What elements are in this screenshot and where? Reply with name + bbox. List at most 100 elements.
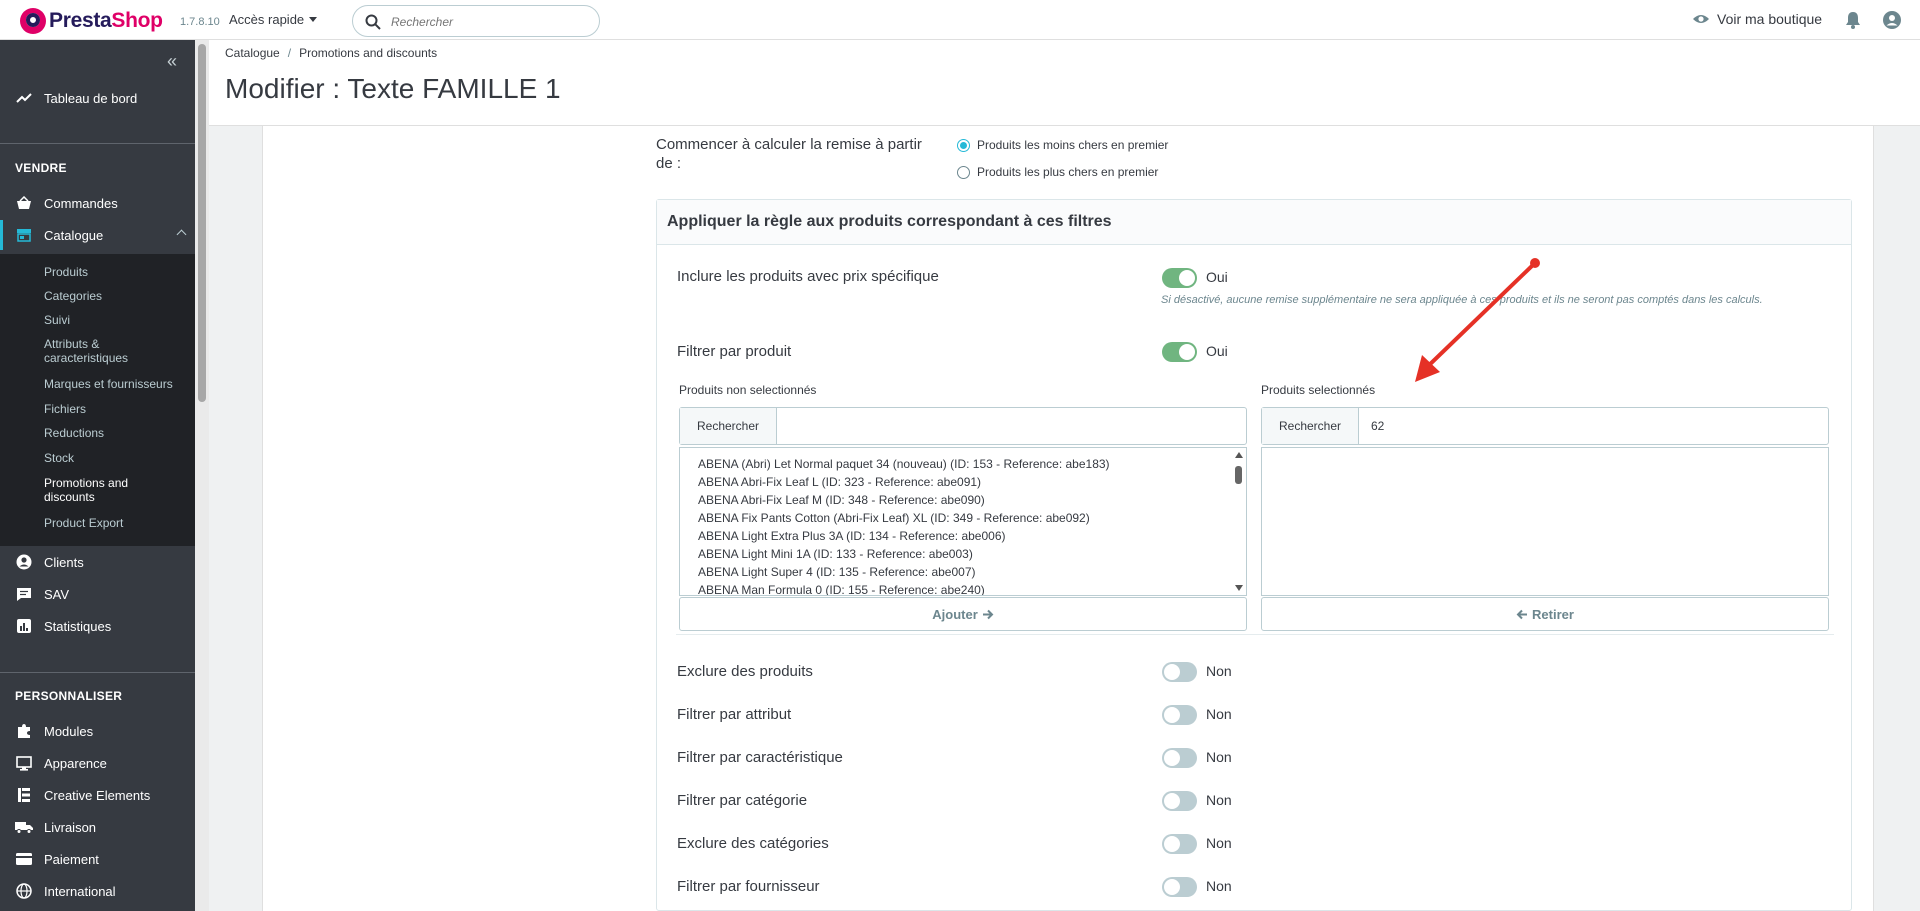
chat-icon: [14, 587, 34, 602]
trending-up-icon: [14, 92, 34, 104]
radio-cheapest-first[interactable]: Produits les moins chers en premier: [957, 138, 1168, 152]
filter-by-category-label: Filtrer par catégorie: [677, 792, 808, 809]
list-item[interactable]: ABENA (Abri) Let Normal paquet 34 (nouve…: [680, 455, 1246, 473]
exclude-categories-toggle[interactable]: [1162, 834, 1197, 854]
scroll-down-icon[interactable]: [1235, 585, 1243, 591]
submenu-stock[interactable]: Stock: [44, 451, 74, 465]
sidebar-item-stats[interactable]: Statistiques: [0, 611, 195, 641]
radio-expensive-first[interactable]: Produits les plus chers en premier: [957, 165, 1158, 179]
unselected-products-list[interactable]: ABENA (Abri) Let Normal paquet 34 (nouve…: [679, 447, 1247, 596]
sidebar-item-label: Modules: [44, 723, 94, 739]
include-specific-price-value: Oui: [1206, 269, 1228, 285]
sidebar-item-international[interactable]: International: [0, 876, 195, 906]
header-search-input[interactable]: [391, 12, 591, 32]
list-item[interactable]: ABENA Fix Pants Cotton (Abri-Fix Leaf) X…: [680, 509, 1246, 527]
breadcrumb-catalog[interactable]: Catalogue: [225, 46, 280, 60]
sidebar-divider: [0, 143, 195, 144]
sidebar-item-modules[interactable]: Modules: [0, 716, 195, 746]
chevron-up-icon: [176, 229, 187, 240]
version-label: 1.7.8.10: [180, 16, 220, 28]
sidebar-divider: [0, 672, 195, 673]
credit-card-icon: [14, 853, 34, 865]
radio-button[interactable]: [957, 165, 970, 179]
breadcrumb-promotions[interactable]: Promotions and discounts: [299, 46, 437, 60]
truck-icon: [14, 821, 34, 834]
submenu-product-export[interactable]: Product Export: [44, 516, 123, 530]
header-search-box[interactable]: [352, 5, 600, 37]
list-item[interactable]: ABENA Light Mini 1A (ID: 133 - Reference…: [680, 545, 1246, 563]
list-scrollbar-thumb[interactable]: [1235, 466, 1242, 484]
add-product-button[interactable]: Ajouter: [679, 597, 1247, 631]
selected-products-list[interactable]: [1261, 447, 1829, 596]
unselected-search-input[interactable]: [777, 408, 789, 444]
include-specific-price-label: Inclure les produits avec prix spécifiqu…: [677, 268, 939, 285]
filter-by-feature-toggle[interactable]: [1162, 748, 1197, 768]
selected-search-input[interactable]: 62: [1359, 408, 1384, 444]
sidebar-item-dashboard[interactable]: Tableau de bord: [0, 83, 195, 113]
list-item[interactable]: ABENA Abri-Fix Leaf M (ID: 348 - Referen…: [680, 491, 1246, 509]
radio-button-checked[interactable]: [957, 138, 970, 152]
sidebar-item-sav[interactable]: SAV: [0, 579, 195, 609]
filter-by-feature-value: Non: [1206, 749, 1232, 765]
start-calculation-label-line1: Commencer à calculer la remise à partir: [656, 136, 922, 153]
unselected-search-button[interactable]: Rechercher: [680, 408, 777, 444]
sidebar-item-creative-elements[interactable]: Creative Elements: [0, 780, 195, 810]
start-calculation-label: Commencer à calculer la remise à partir …: [656, 135, 926, 173]
sidebar-item-shipping[interactable]: Livraison: [0, 812, 195, 842]
submenu-promotions[interactable]: Promotions and discounts: [44, 476, 128, 504]
submenu-tracking[interactable]: Suivi: [44, 313, 70, 327]
filter-by-category-toggle[interactable]: [1162, 791, 1197, 811]
list-scrollbar[interactable]: [1231, 448, 1246, 595]
sidebar-item-label: Paiement: [44, 851, 99, 867]
submenu-files[interactable]: Fichiers: [44, 402, 86, 416]
filter-by-attribute-toggle[interactable]: [1162, 705, 1197, 725]
sidebar-item-label: SAV: [44, 586, 70, 602]
filter-by-supplier-toggle[interactable]: [1162, 877, 1197, 897]
submenu-attributes[interactable]: Attributs & caracteristiques: [44, 337, 128, 365]
selected-products-title: Produits selectionnés: [1261, 383, 1376, 397]
submenu-brands[interactable]: Marques et fournisseurs: [44, 377, 173, 391]
add-button-label: Ajouter: [932, 606, 978, 622]
sidebar-item-appearance[interactable]: Apparence: [0, 748, 195, 778]
filter-by-product-label: Filtrer par produit: [677, 343, 792, 360]
sidebar-item-orders[interactable]: Commandes: [0, 188, 195, 218]
remove-button-label: Retirer: [1532, 606, 1574, 622]
sidebar-scrollbar-thumb[interactable]: [198, 44, 206, 402]
page-title: Modifier : Texte FAMILLE 1: [225, 73, 561, 104]
submenu-products[interactable]: Produits: [44, 265, 88, 279]
bell-icon[interactable]: [1845, 11, 1861, 29]
red-arrow-annotation: [1415, 258, 1540, 382]
arrow-left-icon: [1516, 609, 1528, 619]
scroll-up-icon[interactable]: [1235, 452, 1243, 458]
remove-product-button[interactable]: Retirer: [1261, 597, 1829, 631]
exclude-categories-label: Exclure des catégories: [677, 835, 829, 852]
top-header: PrestaShop 1.7.8.10 Accès rapide Voir ma…: [0, 0, 1920, 40]
filter-by-supplier-label: Filtrer par fournisseur: [677, 878, 820, 895]
radio-expensive-label: Produits les plus chers en premier: [977, 165, 1159, 179]
filter-by-product-toggle[interactable]: [1162, 342, 1197, 362]
sidebar-item-payment[interactable]: Paiement: [0, 844, 195, 874]
collapse-sidebar-icon[interactable]: «: [167, 51, 177, 72]
start-calculation-label-line2: de :: [656, 155, 682, 172]
exclude-products-toggle[interactable]: [1162, 662, 1197, 682]
sidebar-item-label: Statistiques: [44, 618, 112, 634]
prestashop-logo[interactable]: PrestaShop: [20, 8, 163, 34]
list-item[interactable]: ABENA Abri-Fix Leaf L (ID: 323 - Referen…: [680, 473, 1246, 491]
account-icon[interactable]: [1883, 11, 1901, 29]
selected-search-button[interactable]: Rechercher: [1262, 408, 1359, 444]
include-specific-price-toggle[interactable]: [1162, 268, 1197, 288]
view-shop-label: Voir ma boutique: [1717, 11, 1823, 27]
list-item[interactable]: ABENA Light Extra Plus 3A (ID: 134 - Ref…: [680, 527, 1246, 545]
quick-access-dropdown[interactable]: Accès rapide: [229, 12, 318, 27]
view-shop-link[interactable]: Voir ma boutique: [1692, 11, 1822, 27]
sidebar-item-clients[interactable]: Clients: [0, 547, 195, 577]
submenu-discounts[interactable]: Reductions: [44, 426, 104, 440]
exclude-products-label: Exclure des produits: [677, 663, 813, 680]
submenu-categories[interactable]: Categories: [44, 289, 102, 303]
list-item[interactable]: ABENA Man Formula 0 (ID: 155 - Reference…: [680, 581, 1246, 595]
sidebar: « Tableau de bord VENDRE Commandes Catal…: [0, 40, 195, 911]
list-item[interactable]: ABENA Light Super 4 (ID: 135 - Reference…: [680, 563, 1246, 581]
submenu-attributes-line2: caracteristiques: [44, 351, 129, 365]
sidebar-item-catalog[interactable]: Catalogue: [0, 220, 195, 250]
breadcrumb-separator: /: [287, 46, 292, 60]
